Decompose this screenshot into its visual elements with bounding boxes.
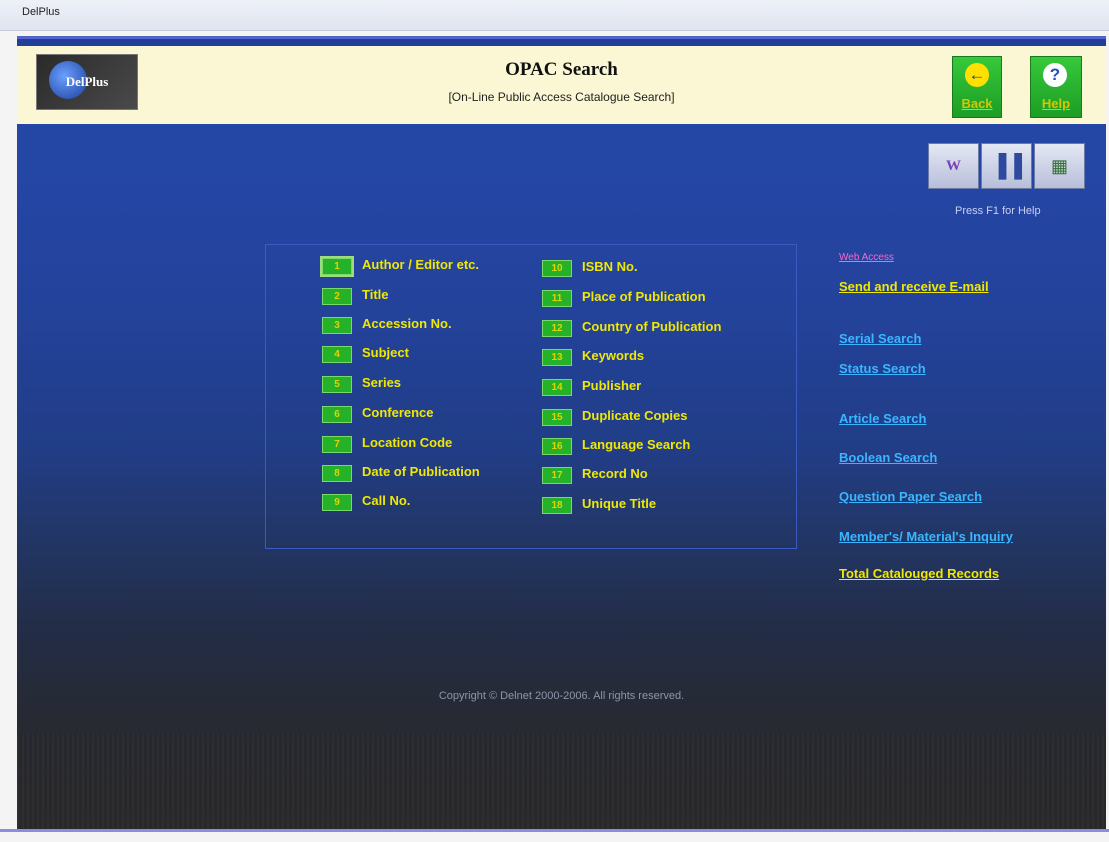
option-label[interactable]: Author / Editor etc. [362,257,479,272]
option-number-badge[interactable]: 1 [320,256,354,277]
option-number-badge[interactable]: 16 [542,438,572,455]
window-title: DelPlus [22,6,60,18]
help-button-label: Help [1041,96,1071,111]
app-window: DelPlus OPAC Search [On-Line Public Acce… [17,36,1106,829]
web-access-link[interactable]: Web Access [839,252,894,263]
option-number-badge[interactable]: 11 [542,290,572,307]
option-number-badge[interactable]: 6 [322,406,352,423]
option-label[interactable]: Keywords [582,348,644,363]
option-label[interactable]: Record No [582,466,648,481]
title-bar: DelPlus [0,0,1109,31]
option-label[interactable]: Place of Publication [582,289,706,304]
option-number-badge[interactable]: 13 [542,349,572,366]
option-label[interactable]: Date of Publication [362,464,480,479]
word-icon: W [946,158,961,174]
back-button[interactable]: ← Back [952,56,1002,118]
option-label[interactable]: Title [362,287,389,302]
option-number-badge[interactable]: 17 [542,467,572,484]
option-label[interactable]: Unique Title [582,496,656,511]
help-button[interactable]: ? Help [1030,56,1082,118]
option-label[interactable]: Accession No. [362,316,452,331]
option-number-badge[interactable]: 4 [322,346,352,363]
question-paper-search-link[interactable]: Question Paper Search [839,489,982,504]
option-number-badge[interactable]: 2 [322,288,352,305]
option-number-badge[interactable]: 10 [542,260,572,277]
option-label[interactable]: Subject [362,345,409,360]
calculator-icon: ▦ [1050,156,1068,176]
option-label[interactable]: Country of Publication [582,319,721,334]
books-tool-button[interactable]: ▐▐ [981,143,1032,189]
option-label[interactable]: Series [362,375,401,390]
option-number-badge[interactable]: 7 [322,436,352,453]
copyright-text: Copyright © Delnet 2000-2006. All rights… [438,690,685,702]
option-number-badge[interactable]: 5 [322,376,352,393]
header-banner: DelPlus OPAC Search [On-Line Public Acce… [17,46,1106,124]
option-number-badge[interactable]: 3 [322,317,352,334]
option-number-badge[interactable]: 9 [322,494,352,511]
member-material-inquiry-link[interactable]: Member's/ Material's Inquiry [839,529,1013,544]
calculator-tool-button[interactable]: ▦ [1034,143,1085,189]
window-bottom-border [0,829,1109,832]
email-link[interactable]: Send and receive E-mail [839,279,989,294]
option-label[interactable]: Location Code [362,435,452,450]
f1-help-hint: Press F1 for Help [955,205,1041,217]
back-button-label: Back [961,96,993,111]
page-subtitle: [On-Line Public Access Catalogue Search] [448,90,675,104]
back-arrow-icon: ← [965,63,989,87]
option-label[interactable]: Language Search [582,437,690,452]
status-search-link[interactable]: Status Search [839,361,926,376]
page-title: OPAC Search [505,59,618,80]
option-label[interactable]: Conference [362,405,434,420]
total-records-link[interactable]: Total Catalouged Records [839,566,999,581]
option-number-badge[interactable]: 8 [322,465,352,482]
word-tool-button[interactable]: W [928,143,979,189]
question-mark-icon: ? [1043,63,1067,87]
option-number-badge[interactable]: 18 [542,497,572,514]
option-number-badge[interactable]: 15 [542,409,572,426]
option-number-badge[interactable]: 14 [542,379,572,396]
search-options-panel: 1 Author / Editor etc. 2 Title 3 Accessi… [265,244,797,549]
option-label[interactable]: Publisher [582,378,641,393]
boolean-search-link[interactable]: Boolean Search [839,450,937,465]
article-search-link[interactable]: Article Search [839,411,926,426]
serial-search-link[interactable]: Serial Search [839,331,921,346]
books-icon: ▐▐ [990,153,1023,178]
option-label[interactable]: ISBN No. [582,259,638,274]
option-label[interactable]: Call No. [362,493,410,508]
option-label[interactable]: Duplicate Copies [582,408,687,423]
option-number-badge[interactable]: 12 [542,320,572,337]
